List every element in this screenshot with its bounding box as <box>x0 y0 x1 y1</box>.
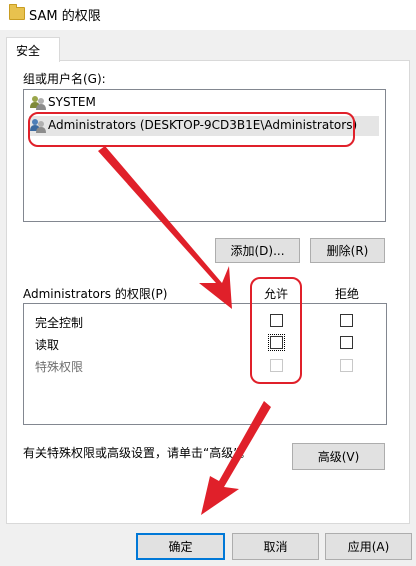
tab-security-label: 安全 <box>16 44 41 58</box>
arrow-to-ok-button <box>201 401 271 515</box>
annotation-arrows <box>98 146 271 515</box>
tab-security[interactable]: 安全 <box>6 37 60 62</box>
arrow-to-allow-column <box>98 146 232 309</box>
